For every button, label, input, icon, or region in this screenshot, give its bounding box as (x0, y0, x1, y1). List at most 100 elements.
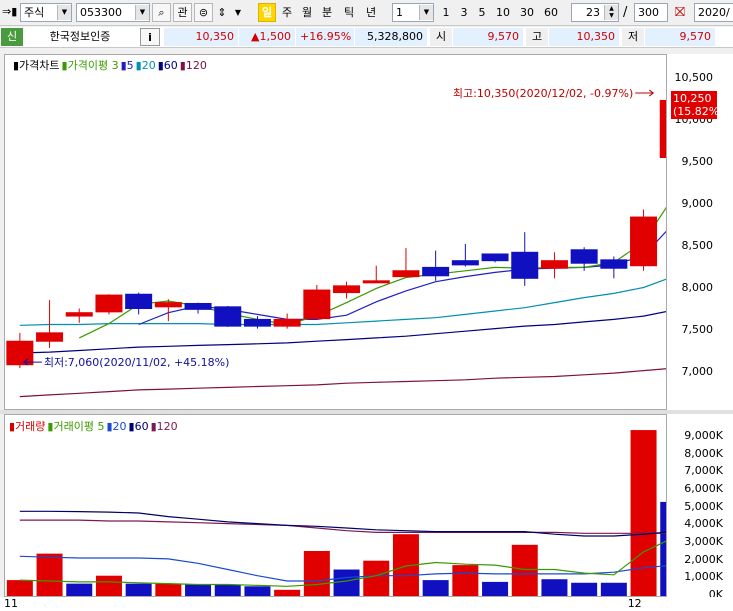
period-tick-button[interactable]: 틱 (340, 3, 358, 22)
stock-name[interactable]: 한국정보인증 (24, 28, 136, 46)
candle-body (333, 285, 361, 294)
period-week-button[interactable]: 주 (278, 3, 296, 22)
up-down-icon[interactable]: ⇕ (215, 3, 229, 22)
date-input[interactable]: 2020/ (694, 3, 733, 22)
volume-legend: ▮거래량 ▮거래이평 5 ▮20 ▮60 ▮120 (9, 418, 180, 434)
candle-body (362, 280, 390, 284)
quick-1-button[interactable]: 1 (438, 3, 454, 22)
candle-body (570, 249, 598, 264)
volume-legend-item[interactable]: ▮거래량 (9, 420, 45, 433)
volume-y-axis: 0K 1,000K 2,000K 3,000K 4,000K 5,000K 6,000K 7,… (667, 414, 733, 601)
volume-tick-label: 9,000K (684, 429, 723, 443)
candle-body (511, 251, 539, 279)
count-spinner-icon[interactable]: ▲ ▼ (604, 5, 618, 20)
volume-bar (185, 584, 212, 596)
volume-bar (303, 550, 330, 596)
quick-3-button[interactable]: 3 (456, 3, 472, 22)
candle-body (154, 302, 182, 308)
volume-tick-label: 4,000K (684, 517, 723, 531)
candle-body (95, 294, 123, 313)
price-legend-item[interactable]: ▮120 (180, 59, 207, 72)
volume-bar (95, 575, 122, 596)
price-legend-item[interactable]: ▮60 (158, 59, 178, 72)
quote-bar: 신 한국정보인증 i 10,350 ▲1,500 +16.95% 5,328,8… (0, 27, 733, 48)
interval-select-value: 1 (396, 6, 403, 19)
volume-tick-label: 6,000K (684, 482, 723, 496)
stock-code-input[interactable]: 053300 ▼ (76, 3, 150, 22)
quick-5-button[interactable]: 5 (474, 3, 490, 22)
price-legend-item[interactable]: ▮가격차트 (13, 59, 60, 72)
vma120-line (19, 519, 666, 534)
price-tick-label: 8,500 (681, 239, 714, 253)
volume-bar (6, 580, 33, 596)
candle-body (600, 259, 628, 269)
chevron-down-icon[interactable]: ▼ (57, 5, 71, 20)
high-price: 10,350 (549, 28, 619, 46)
candle-body (422, 266, 450, 277)
candle-body (273, 318, 301, 327)
volume-tick-label: 1,000K (684, 570, 723, 584)
volume-bar (630, 430, 657, 596)
info-button[interactable]: i (140, 28, 160, 46)
quick-30-button[interactable]: 30 (516, 3, 538, 22)
period-month-button[interactable]: 월 (298, 3, 316, 22)
quick-10-button[interactable]: 10 (492, 3, 514, 22)
volume-legend-item[interactable]: ▮20 (106, 420, 126, 433)
settings-icon[interactable]: ⛝ (670, 3, 690, 22)
volume-chart (6, 430, 666, 596)
volume-bar (482, 581, 509, 596)
volume-legend-item[interactable]: ▮60 (129, 420, 149, 433)
volume-bar (511, 544, 538, 596)
code-chevron-down-icon[interactable]: ▼ (135, 5, 149, 20)
candle-body (125, 293, 153, 310)
volume-bar (422, 580, 449, 596)
price-tick-label: 9,500 (681, 155, 714, 169)
cycle-icon[interactable]: ⊜ (194, 3, 213, 22)
chevron-down-small-icon[interactable]: ▼ (231, 3, 245, 22)
volume-bar (571, 582, 598, 596)
open-label: 시 (430, 28, 452, 46)
low-annotation: 최저:7,060(2020/11/02, +45.18%) (44, 356, 230, 369)
menu-arrow-icon[interactable]: ⇒▮ (2, 5, 20, 19)
period-minute-button[interactable]: 분 (318, 3, 336, 22)
total-input[interactable]: 300 (634, 3, 668, 22)
interval-select[interactable]: 1 ▼ (392, 3, 434, 22)
trade-volume: 5,328,800 (355, 28, 427, 46)
price-chart-panel[interactable]: ▮가격차트 ▮가격이평 3 ▮5 ▮20 ▮60 ▮120 최고:10,350(2020/… (4, 54, 667, 410)
candle-body (6, 340, 34, 366)
price-legend-item[interactable]: ▮5 (121, 59, 134, 72)
last-rate-value: (15.82%) (673, 105, 724, 119)
interval-chevron-down-icon[interactable]: ▼ (419, 5, 433, 20)
search-icon[interactable]: ⌕ (152, 3, 171, 22)
price-legend-item[interactable]: ▮가격이평 3 (62, 59, 119, 72)
date-value: 2020/ (698, 6, 730, 19)
price-tick-label: 10,500 (674, 71, 714, 85)
candle-body (214, 306, 242, 327)
period-day-button[interactable]: 일 (258, 3, 276, 22)
candle-body (659, 99, 666, 158)
count-input[interactable]: 23 ▲ ▼ (571, 3, 619, 22)
volume-bar (155, 583, 182, 596)
price-tick-label: 9,000 (681, 197, 714, 211)
gwan-button[interactable]: 관 (173, 3, 192, 22)
quick-60-button[interactable]: 60 (540, 3, 562, 22)
stock-code-value: 053300 (80, 6, 122, 19)
volume-legend-item[interactable]: ▮120 (151, 420, 178, 433)
low-price: 9,570 (645, 28, 715, 46)
market-select[interactable]: 주식 ▼ (20, 3, 72, 22)
volume-chart-panel[interactable]: ▮거래량 ▮거래이평 5 ▮20 ▮60 ▮120 (4, 414, 667, 597)
volume-legend-item[interactable]: ▮거래이평 5 (47, 420, 104, 433)
volume-tick-label: 3,000K (684, 535, 723, 549)
volume-bar (333, 569, 360, 596)
market-select-value: 주식 (24, 6, 45, 19)
price-legend: ▮가격차트 ▮가격이평 3 ▮5 ▮20 ▮60 ▮120 (13, 57, 209, 73)
ma3-line (79, 206, 666, 339)
count-slash: / (623, 5, 628, 20)
ma120-line (19, 368, 666, 398)
volume-bar (66, 583, 93, 596)
volume-bar (125, 583, 152, 596)
credit-badge: 신 (1, 28, 23, 46)
period-year-button[interactable]: 년 (362, 3, 380, 22)
high-annotation: 최고:10,350(2020/12/02, -0.97%) (453, 87, 633, 100)
price-legend-item[interactable]: ▮20 (136, 59, 156, 72)
